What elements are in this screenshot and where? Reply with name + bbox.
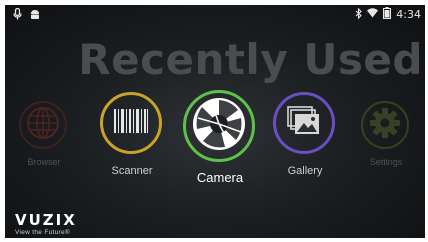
- app-scanner[interactable]: Scanner: [100, 92, 164, 180]
- logo-tagline: View the Future®: [15, 229, 70, 236]
- settings-ring: [361, 101, 409, 149]
- app-label-gallery: Gallery: [287, 165, 323, 177]
- app-label-browser: Browser: [27, 157, 61, 167]
- app-camera[interactable]: Camera: [183, 90, 257, 188]
- scanner-ring: [100, 92, 162, 154]
- app-settings[interactable]: Settings: [361, 101, 411, 176]
- status-bar: 4:34: [5, 5, 425, 23]
- battery-icon: [383, 7, 392, 22]
- app-label-camera: Camera: [196, 170, 244, 185]
- app-label-settings: Settings: [369, 157, 403, 167]
- aperture-icon: [191, 96, 247, 157]
- browser-ring: [19, 101, 67, 149]
- logo-brand: VUZIX: [15, 211, 77, 229]
- image-stack-icon: [287, 105, 321, 141]
- app-gallery[interactable]: Gallery: [273, 92, 337, 180]
- bluetooth-icon: [355, 7, 363, 22]
- vuzix-logo: VUZIX View the Future®: [15, 211, 77, 237]
- globe-icon: [25, 105, 61, 146]
- barcode-icon: [114, 108, 148, 138]
- app-browser[interactable]: Browser: [19, 101, 69, 176]
- status-time: 4:34: [396, 8, 421, 21]
- wifi-icon: [367, 8, 379, 21]
- gear-icon: [369, 107, 401, 144]
- app-label-scanner: Scanner: [111, 165, 153, 177]
- camera-ring: [183, 90, 255, 162]
- gallery-ring: [273, 92, 335, 154]
- page-title: Recently Used: [78, 35, 423, 84]
- home-screen: 4:34 Recently Used Browser Scanner Camer…: [5, 5, 425, 238]
- mic-icon: [13, 7, 22, 23]
- android-icon: [30, 9, 40, 23]
